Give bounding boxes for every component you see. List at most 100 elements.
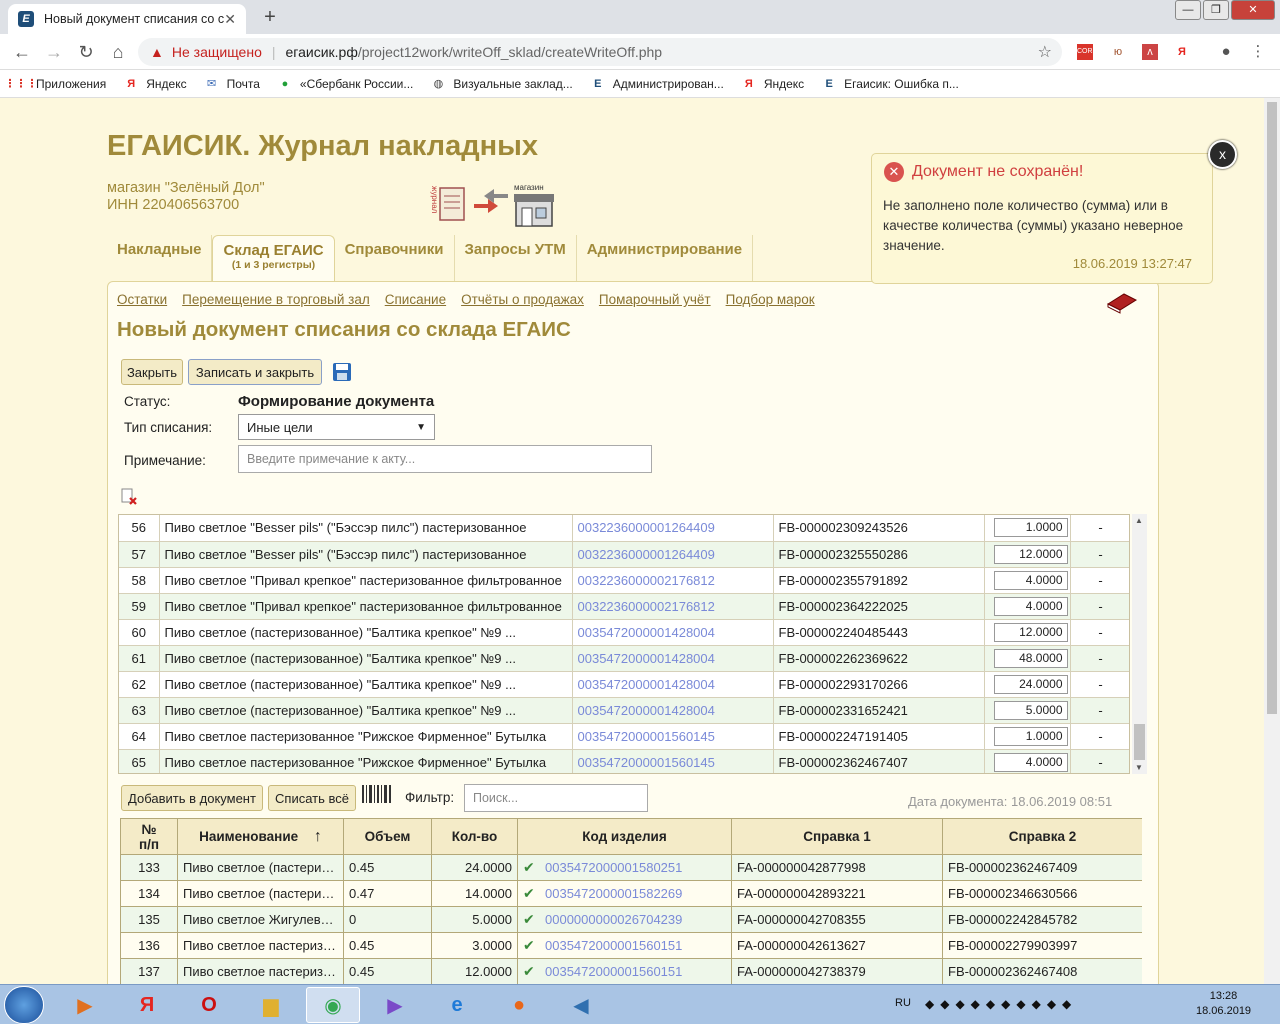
media-player-icon[interactable]: ▶ — [58, 987, 112, 1023]
quantity-input[interactable]: 5.0000 — [993, 700, 1068, 720]
product-code-link[interactable]: 0035472000001580251 — [545, 860, 682, 875]
product-code-link[interactable]: 0035472000001428004 — [572, 645, 774, 672]
profile-icon[interactable]: ● — [1218, 44, 1234, 60]
quantity-input[interactable]: 12.0000 — [993, 544, 1068, 564]
bookmark-star-icon[interactable]: ☆ — [1038, 42, 1052, 62]
row-action[interactable]: - — [1070, 645, 1129, 672]
quantity-input[interactable]: 24.0000 — [993, 674, 1068, 694]
language-indicator[interactable]: RU — [895, 997, 911, 1009]
bookmark-item[interactable]: ● «Сбербанк России... — [278, 77, 414, 91]
scroll-down-icon[interactable]: ▼ — [1135, 763, 1143, 772]
quantity-input[interactable]: 1.0000 — [993, 518, 1068, 538]
extension-icon[interactable]: ю — [1110, 44, 1126, 60]
stock-row[interactable]: 57 Пиво светлое "Besser pils" ("Бэссэр пи… — [119, 541, 1129, 568]
quantity-input[interactable]: 1.0000 — [993, 726, 1068, 746]
header-product-code[interactable]: Код изделия — [517, 818, 732, 855]
header-ref1[interactable]: Справка 1 — [731, 818, 943, 855]
product-code-link[interactable]: 0035472000001560145 — [572, 749, 774, 773]
document-row[interactable]: 135 Пиво светлое Жигулевское 0 5.0000 ✔ 00000… — [120, 906, 1142, 933]
bookmark-item[interactable]: ✉ Почта — [205, 77, 260, 91]
row-action[interactable]: - — [1070, 515, 1129, 542]
row-action[interactable]: - — [1070, 541, 1129, 568]
product-code-link[interactable]: 0035472000001428004 — [572, 619, 774, 646]
document-row[interactable]: 137Пиво светлое пастеризованное0.4512.00… — [120, 958, 1142, 984]
stock-row[interactable]: 56 Пиво светлое "Besser pils" ("Бэссэр пи… — [119, 515, 1129, 542]
home-icon[interactable]: ⌂ — [108, 42, 128, 63]
document-row[interactable]: 136Пиво светлое пастеризованное0.453.000… — [120, 932, 1142, 959]
menu-icon[interactable]: ⋮ — [1250, 44, 1266, 60]
stock-grid-scrollbar[interactable]: ▲ ▼ — [1132, 514, 1147, 774]
tab-zaprosy-utm[interactable]: Запросы УТМ — [455, 235, 577, 281]
scroll-thumb[interactable] — [1134, 724, 1145, 760]
bookmark-item[interactable]: Я Яндекс — [742, 77, 804, 91]
new-tab-button[interactable]: + — [257, 6, 283, 30]
stock-row[interactable]: 65 Пиво светлое пастеризованное "Рижское … — [119, 749, 1129, 773]
chrome-icon[interactable]: ◉ — [306, 987, 360, 1023]
row-action[interactable]: - — [1070, 749, 1129, 773]
header-quantity[interactable]: Кол-во — [431, 818, 518, 855]
product-code-link[interactable]: 0032236000002176812 — [572, 567, 774, 594]
header-name[interactable]: Наименование ↑ — [177, 818, 344, 855]
help-book-icon[interactable] — [1106, 290, 1138, 320]
product-code-link[interactable]: 0035472000001560151 — [545, 938, 682, 953]
quantity-input[interactable]: 4.0000 — [993, 752, 1068, 772]
write-off-all-button[interactable]: Списать всё — [268, 785, 356, 811]
tray-icons[interactable]: ◆◆◆◆◆◆◆◆◆◆ — [925, 997, 1077, 1011]
row-action[interactable]: - — [1070, 619, 1129, 646]
product-code-link[interactable]: 0035472000001428004 — [572, 671, 774, 698]
ie-icon[interactable]: e — [430, 987, 484, 1023]
forward-icon[interactable]: → — [44, 42, 64, 63]
stock-row[interactable]: 63 Пиво светлое (пастеризованное) "Балтик… — [119, 697, 1129, 724]
back-icon[interactable]: ← — [12, 42, 32, 63]
security-status[interactable]: Не защищено — [172, 44, 262, 60]
product-code-link[interactable]: 0000000000026704239 — [545, 912, 682, 927]
note-input[interactable]: Введите примечание к акту... — [238, 445, 652, 473]
tab-administrirovanie[interactable]: Администрирование — [577, 235, 754, 281]
subnav-otchety[interactable]: Отчёты о продажах — [461, 292, 584, 307]
stock-row[interactable]: 59 Пиво светлое "Привал крепкое" пастериз… — [119, 593, 1129, 620]
notification-close-button[interactable]: x — [1208, 140, 1237, 169]
url-bar[interactable]: ▲ Не защищено | егаисик.рф/project12work… — [138, 38, 1062, 66]
header-volume[interactable]: Объем — [343, 818, 432, 855]
close-button[interactable]: Закрыть — [121, 359, 183, 385]
scroll-up-icon[interactable]: ▲ — [1135, 516, 1143, 525]
product-code-link[interactable]: 0035472000001428004 — [572, 697, 774, 724]
cors-extension-icon[interactable]: CORS — [1077, 44, 1097, 60]
bookmark-item[interactable]: ⋮⋮⋮ Приложения — [5, 77, 107, 91]
page-scrollbar[interactable] — [1264, 98, 1280, 984]
header-row-number[interactable]: № п/п — [120, 818, 178, 855]
tab-sklad-egais[interactable]: Склад ЕГАИС (1 и 3 регистры) — [212, 235, 335, 281]
taskbar-clock[interactable]: 13:28 18.06.2019 — [1196, 989, 1251, 1019]
product-code-link[interactable]: 0035472000001582269 — [545, 886, 682, 901]
bookmark-item[interactable]: E Егаисик: Ошибка п... — [822, 77, 959, 91]
bookmark-item[interactable]: ◍ Визуальные заклад... — [431, 77, 573, 91]
filter-search-input[interactable]: Поиск... — [464, 784, 648, 812]
start-button[interactable] — [4, 986, 44, 1024]
quantity-input[interactable]: 48.0000 — [993, 648, 1068, 668]
browser-tab[interactable]: E Новый документ списания со с ✕ — [8, 4, 246, 34]
row-action[interactable]: - — [1070, 723, 1129, 750]
product-code-link[interactable]: 0032236000002176812 — [572, 593, 774, 620]
quantity-input[interactable]: 4.0000 — [993, 596, 1068, 616]
product-code-link[interactable]: 0032236000001264409 — [572, 515, 774, 542]
speaker-app-icon[interactable]: ◀ — [554, 987, 608, 1023]
document-row[interactable]: 134Пиво светлое (пастеризованное)0.4714.… — [120, 880, 1142, 907]
document-row[interactable]: 133Пиво светлое (пастеризованное)0.4524.… — [120, 854, 1142, 881]
clear-document-icon[interactable] — [120, 488, 138, 506]
subnav-podbor-marok[interactable]: Подбор марок — [726, 292, 815, 307]
product-code-link[interactable]: 0035472000001560151 — [545, 964, 682, 979]
maximize-button[interactable]: ❐ — [1203, 0, 1229, 20]
writeoff-type-select[interactable]: Иные цели ▼ — [238, 414, 435, 440]
yandex-extension-icon[interactable]: Я — [1174, 44, 1190, 60]
subnav-spisanie[interactable]: Списание — [385, 292, 446, 307]
bookmark-item[interactable]: Я Яндекс — [124, 77, 186, 91]
tab-close-icon[interactable]: ✕ — [224, 11, 236, 28]
visual-studio-icon[interactable]: ▶ — [368, 987, 422, 1023]
quantity-input[interactable]: 4.0000 — [993, 570, 1068, 590]
stock-row[interactable]: 62 Пиво светлое (пастеризованное) "Балтик… — [119, 671, 1129, 698]
bookmark-item[interactable]: E Администрирован... — [591, 77, 724, 91]
header-ref2[interactable]: Справка 2 — [942, 818, 1142, 855]
tab-nakladnye[interactable]: Накладные — [107, 235, 213, 281]
stock-row[interactable]: 60 Пиво светлое (пастеризованное) "Балтик… — [119, 619, 1129, 646]
row-action[interactable]: - — [1070, 697, 1129, 724]
